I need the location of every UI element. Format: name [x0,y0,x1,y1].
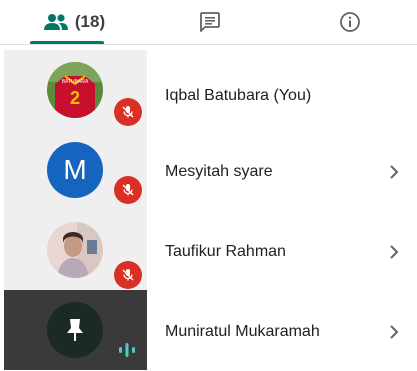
mic-off-icon [122,106,134,118]
participant-row[interactable]: M Mesyitah syare [0,130,417,210]
tab-divider [0,44,417,45]
participant-name: Mesyitah syare [165,163,273,180]
mic-off-icon [122,184,134,196]
chevron-right-icon[interactable] [386,164,402,180]
pin-icon [67,319,83,341]
participant-name: Iqbal Batubara (You) [165,87,312,104]
participant-name: Muniratul Mukaramah [165,323,320,340]
participant-row: BATUBARA 2 Iqbal Batubara (You) [0,50,417,130]
people-icon [43,14,68,30]
avatar: BATUBARA 2 [47,62,103,118]
muted-badge [114,261,142,289]
avatar-letter: M [63,154,87,185]
tab-chat[interactable] [190,0,230,44]
avatar [47,222,103,278]
participants-tab-bar: (18) [0,0,417,44]
participant-row[interactable]: Muniratul Mukaramah [0,290,417,370]
participant-name: Taufikur Rahman [165,243,286,260]
muted-badge [114,176,142,204]
mic-off-icon [122,269,134,281]
tab-info[interactable] [330,0,370,44]
chat-icon [200,12,220,32]
chevron-right-icon[interactable] [386,324,402,340]
jersey-number: 2 [70,88,80,108]
tab-people[interactable]: (18) [30,0,118,44]
speaking-indicator-icon [118,342,136,358]
avatar: M [47,142,103,198]
participant-row[interactable]: Taufikur Rahman [0,210,417,290]
info-icon [340,12,360,32]
chevron-right-icon[interactable] [386,244,402,260]
muted-badge [114,98,142,126]
jersey-text: BATUBARA [62,79,89,85]
avatar [47,302,103,358]
participant-count: (18) [74,12,106,31]
